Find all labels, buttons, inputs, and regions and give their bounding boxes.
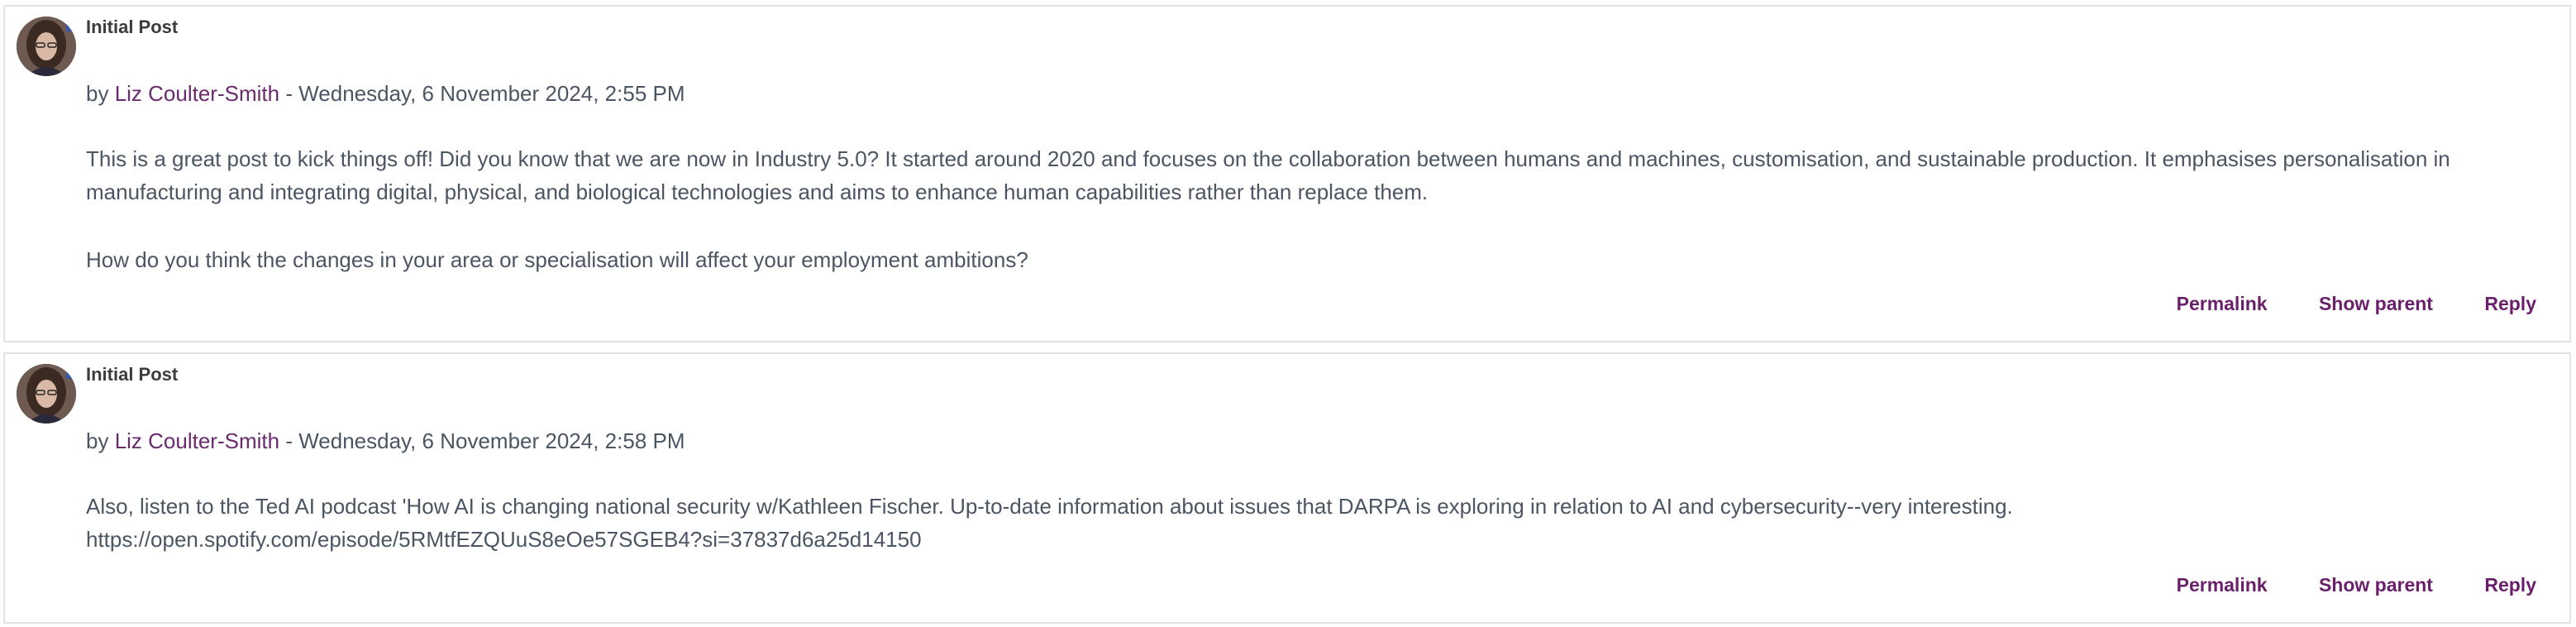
post-title: Initial Post <box>86 364 179 385</box>
post-paragraph: Also, listen to the Ted AI podcast 'How … <box>86 494 2013 519</box>
post-actions: Permalink Show parent Reply <box>2130 293 2536 315</box>
author-link[interactable]: Liz Coulter-Smith <box>115 81 279 106</box>
byline-prefix: by <box>86 428 115 453</box>
post-date: - Wednesday, 6 November 2024, 2:55 PM <box>279 81 685 106</box>
byline-prefix: by <box>86 81 115 106</box>
post-title: Initial Post <box>86 17 179 37</box>
post-actions: Permalink Show parent Reply <box>2130 574 2536 596</box>
permalink-link[interactable]: Permalink <box>2177 293 2268 314</box>
author-link[interactable]: Liz Coulter-Smith <box>115 428 279 453</box>
show-parent-link[interactable]: Show parent <box>2319 293 2433 314</box>
post-date: - Wednesday, 6 November 2024, 2:58 PM <box>279 428 685 453</box>
user-avatar-icon[interactable] <box>17 364 76 424</box>
post-link[interactable]: https://open.spotify.com/episode/5RMtfEZ… <box>86 523 2553 556</box>
post-byline: by Liz Coulter-Smith - Wednesday, 6 Nove… <box>86 428 685 454</box>
post-byline: by Liz Coulter-Smith - Wednesday, 6 Nove… <box>86 81 685 107</box>
post-body: Also, listen to the Ted AI podcast 'How … <box>86 490 2553 556</box>
show-parent-link[interactable]: Show parent <box>2319 574 2433 596</box>
permalink-link[interactable]: Permalink <box>2177 574 2268 596</box>
forum-post: Initial Post by Liz Coulter-Smith - Wedn… <box>3 352 2571 624</box>
post-paragraph: This is a great post to kick things off!… <box>86 146 2450 204</box>
reply-link[interactable]: Reply <box>2484 574 2536 596</box>
user-avatar-icon[interactable] <box>17 17 76 76</box>
post-paragraph: How do you think the changes in your are… <box>86 247 1028 272</box>
post-body: This is a great post to kick things off!… <box>86 142 2553 276</box>
reply-link[interactable]: Reply <box>2484 293 2536 314</box>
forum-post: Initial Post by Liz Coulter-Smith - Wedn… <box>3 5 2571 342</box>
